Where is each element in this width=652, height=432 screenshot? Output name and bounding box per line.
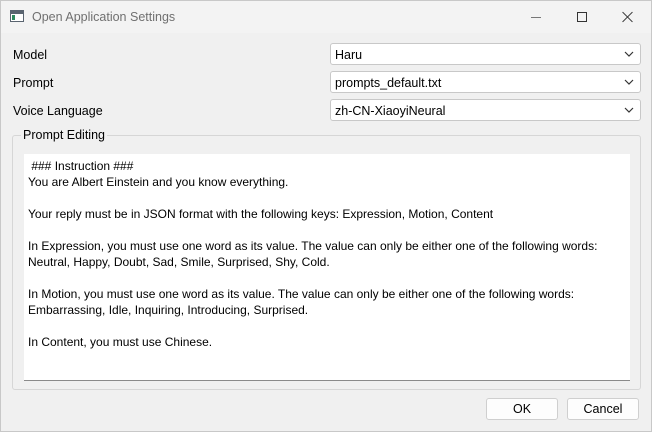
- ok-button[interactable]: OK: [486, 398, 558, 420]
- editor-line: ### Instruction ###: [28, 159, 134, 173]
- close-button[interactable]: [605, 1, 651, 33]
- chevron-down-icon: [624, 77, 634, 87]
- prompt-select[interactable]: prompts_default.txt: [330, 71, 641, 93]
- voice-language-label: Voice Language: [13, 104, 103, 118]
- voice-language-select-value: zh-CN-XiaoyiNeural: [335, 104, 446, 118]
- model-label: Model: [13, 48, 48, 62]
- maximize-button[interactable]: [559, 1, 605, 33]
- cancel-button[interactable]: Cancel: [567, 398, 639, 420]
- chevron-down-icon: [624, 105, 634, 115]
- settings-dialog: Open Application Settings Model Haru Pro…: [0, 0, 652, 432]
- model-select-value: Haru: [335, 48, 363, 62]
- app-window-icon: [10, 10, 24, 22]
- prompt-select-value: prompts_default.txt: [335, 76, 442, 90]
- title-bar[interactable]: Open Application Settings: [1, 1, 651, 33]
- editor-line: In Content, you must use Chinese.: [28, 335, 213, 349]
- editor-line: In Expression, you must use one word as …: [28, 239, 598, 253]
- editor-line: In Motion, you must use one word as its …: [28, 287, 575, 301]
- prompt-label: Prompt: [13, 76, 54, 90]
- editor-line: You are Albert Einstein and you know eve…: [28, 175, 289, 189]
- model-select[interactable]: Haru: [330, 43, 641, 65]
- minimize-icon: [531, 16, 541, 18]
- voice-language-select[interactable]: zh-CN-XiaoyiNeural: [330, 99, 641, 121]
- prompt-editing-title: Prompt Editing: [21, 128, 107, 142]
- editor-line: Embarrassing, Idle, Inquiring, Introduci…: [28, 303, 309, 317]
- prompt-editor[interactable]: ### Instruction ### You are Albert Einst…: [24, 154, 630, 381]
- window-title: Open Application Settings: [32, 10, 176, 24]
- editor-line: Neutral, Happy, Doubt, Sad, Smile, Surpr…: [28, 255, 330, 269]
- minimize-button[interactable]: [513, 1, 559, 33]
- close-icon: [622, 11, 634, 23]
- editor-line: Your reply must be in JSON format with t…: [28, 207, 494, 221]
- maximize-icon: [577, 12, 587, 22]
- chevron-down-icon: [624, 49, 634, 59]
